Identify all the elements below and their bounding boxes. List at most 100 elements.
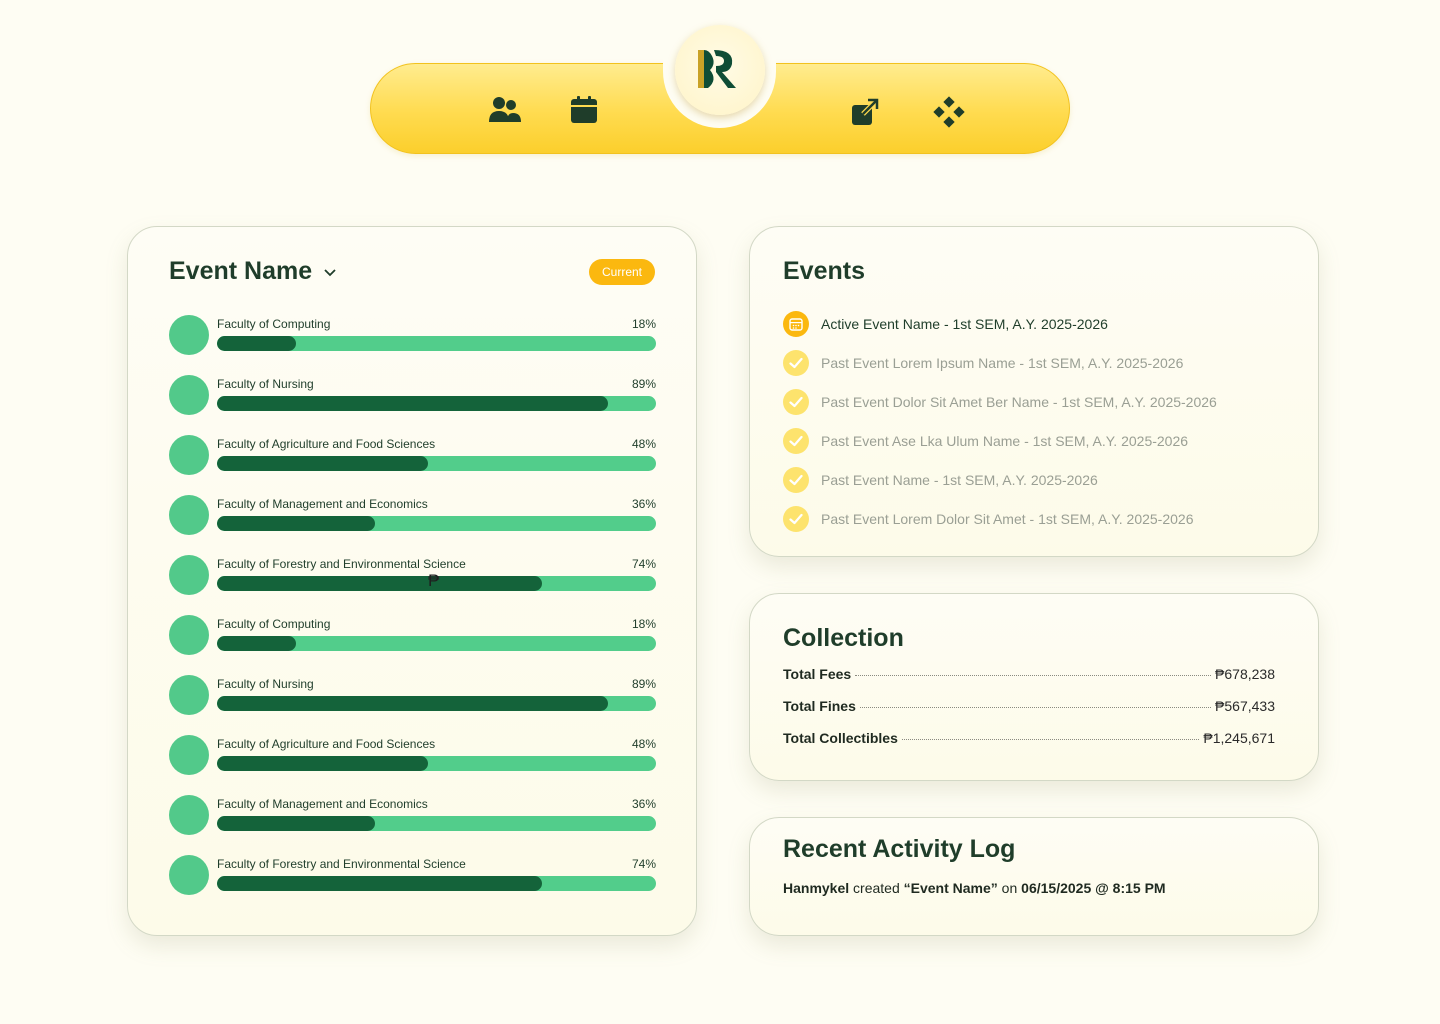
activity-on: on bbox=[997, 880, 1022, 896]
collection-row: Total Fines ₱567,433 bbox=[783, 698, 1275, 730]
progress-fill bbox=[217, 516, 376, 531]
dotted-leader bbox=[859, 707, 1212, 708]
faculty-name: Faculty of Nursing bbox=[217, 677, 314, 691]
faculty-avatar bbox=[169, 675, 209, 715]
event-title: Event Name bbox=[169, 257, 313, 285]
check-icon bbox=[783, 466, 809, 493]
faculty-percent: 48% bbox=[631, 737, 656, 751]
collection-rows: Total Fees ₱678,238 Total Fines ₱567,433 Tot… bbox=[783, 666, 1275, 762]
event-label: Past Event Name - 1st SEM, A.Y. 2025-202… bbox=[821, 471, 1098, 488]
progress-track bbox=[217, 396, 656, 411]
progress-track bbox=[217, 456, 656, 471]
events-card: Events Active Event Name - 1st SEM, A.Y.… bbox=[749, 226, 1319, 557]
app-logo[interactable] bbox=[675, 25, 765, 115]
progress-fill bbox=[217, 456, 428, 471]
event-label: Past Event Dolor Sit Amet Ber Name - 1st… bbox=[821, 393, 1217, 410]
faculty-avatar bbox=[169, 615, 209, 655]
progress-track bbox=[217, 636, 656, 651]
event-label: Past Event Lorem Dolor Sit Amet - 1st SE… bbox=[821, 510, 1194, 527]
event-label: Past Event Ase Lka Ulum Name - 1st SEM, … bbox=[821, 432, 1189, 449]
external-link-icon[interactable] bbox=[848, 95, 882, 129]
faculty-row[interactable]: Faculty of Agriculture and Food Sciences… bbox=[169, 735, 656, 795]
progress-track bbox=[217, 516, 656, 531]
faculty-percent: 89% bbox=[631, 377, 656, 391]
check-icon bbox=[783, 427, 809, 454]
event-selector[interactable]: Event Name bbox=[169, 257, 336, 286]
calendar-icon[interactable] bbox=[567, 93, 601, 127]
event-item-past[interactable]: Past Event Lorem Dolor Sit Amet - 1st SE… bbox=[783, 499, 1217, 538]
collection-label: Total Fees bbox=[783, 666, 852, 682]
faculty-avatar bbox=[169, 495, 209, 535]
faculty-row[interactable]: Faculty of Management and Economics 36% bbox=[169, 795, 656, 855]
event-list: Active Event Name - 1st SEM, A.Y. 2025-2… bbox=[783, 304, 1217, 538]
dotted-leader bbox=[855, 675, 1212, 676]
faculty-row[interactable]: Faculty of Nursing 89% bbox=[169, 375, 656, 435]
collection-label: Total Fines bbox=[783, 698, 856, 714]
event-item-past[interactable]: Past Event Dolor Sit Amet Ber Name - 1st… bbox=[783, 382, 1217, 421]
faculty-name: Faculty of Management and Economics bbox=[217, 497, 428, 511]
collection-row: Total Collectibles ₱1,245,671 bbox=[783, 730, 1275, 762]
faculty-row[interactable]: Faculty of Computing 18% bbox=[169, 315, 656, 375]
faculty-row[interactable]: Faculty of Forestry and Environmental Sc… bbox=[169, 855, 656, 915]
faculty-name: Faculty of Nursing bbox=[217, 377, 314, 391]
faculty-avatar bbox=[169, 555, 209, 595]
faculty-percent: 89% bbox=[631, 677, 656, 691]
faculty-name: Faculty of Computing bbox=[217, 317, 331, 331]
event-label: Past Event Lorem Ipsum Name - 1st SEM, A… bbox=[821, 354, 1184, 371]
check-icon bbox=[783, 388, 809, 415]
faculty-percent: 18% bbox=[631, 617, 656, 631]
calendar-icon bbox=[783, 310, 809, 337]
faculty-avatar bbox=[169, 315, 209, 355]
event-item-active[interactable]: Active Event Name - 1st SEM, A.Y. 2025-2… bbox=[783, 304, 1217, 343]
users-icon[interactable] bbox=[488, 93, 522, 127]
collection-card: Collection Total Fees ₱678,238 Total Fines… bbox=[749, 593, 1319, 781]
faculty-avatar bbox=[169, 795, 209, 835]
progress-fill bbox=[217, 576, 542, 591]
faculty-name: Faculty of Computing bbox=[217, 617, 331, 631]
faculty-list: Faculty of Computing 18% Faculty of Nursin… bbox=[169, 315, 656, 915]
event-item-past[interactable]: Past Event Name - 1st SEM, A.Y. 2025-202… bbox=[783, 460, 1217, 499]
progress-fill bbox=[217, 696, 608, 711]
faculty-name: Faculty of Agriculture and Food Sciences bbox=[217, 437, 436, 451]
recent-activity-card: Recent Activity Log Hanmykel created “Ev… bbox=[749, 817, 1319, 936]
progress-fill bbox=[217, 396, 608, 411]
progress-fill bbox=[217, 336, 297, 351]
activity-action: created bbox=[849, 880, 904, 896]
diamond-grid-icon[interactable] bbox=[932, 95, 966, 129]
collection-value: ₱678,238 bbox=[1215, 666, 1275, 682]
faculty-percent: 74% bbox=[631, 557, 656, 571]
activity-user: Hanmykel bbox=[783, 880, 850, 896]
check-icon bbox=[783, 505, 809, 532]
check-icon bbox=[783, 349, 809, 376]
faculty-percent: 48% bbox=[631, 437, 656, 451]
faculty-avatar bbox=[169, 375, 209, 415]
event-item-past[interactable]: Past Event Ase Lka Ulum Name - 1st SEM, … bbox=[783, 421, 1217, 460]
faculty-percent: 36% bbox=[631, 797, 656, 811]
faculty-row[interactable]: Faculty of Agriculture and Food Sciences… bbox=[169, 435, 656, 495]
faculty-name: Faculty of Forestry and Environmental Sc… bbox=[217, 857, 466, 871]
event-item-past[interactable]: Past Event Lorem Ipsum Name - 1st SEM, A… bbox=[783, 343, 1217, 382]
chevron-down-icon bbox=[324, 268, 336, 276]
faculty-row[interactable]: Faculty of Nursing 89% bbox=[169, 675, 656, 735]
progress-track bbox=[217, 816, 656, 831]
faculty-avatar bbox=[169, 735, 209, 775]
faculty-percent: 74% bbox=[631, 857, 656, 871]
activity-title: Recent Activity Log bbox=[783, 835, 1016, 863]
faculty-percent: 36% bbox=[631, 497, 656, 511]
progress-track bbox=[217, 876, 656, 891]
progress-fill bbox=[217, 756, 428, 771]
collection-row: Total Fees ₱678,238 bbox=[783, 666, 1275, 698]
faculty-row[interactable]: Faculty of Management and Economics 36% bbox=[169, 495, 656, 555]
faculty-row[interactable]: Faculty of Computing 18% bbox=[169, 615, 656, 675]
faculty-percent: 18% bbox=[631, 317, 656, 331]
faculty-row[interactable]: Faculty of Forestry and Environmental Sc… bbox=[169, 555, 656, 615]
faculty-name: Faculty of Management and Economics bbox=[217, 797, 428, 811]
peso-glyph: ₱ bbox=[428, 571, 440, 590]
progress-track bbox=[217, 336, 656, 351]
events-title: Events bbox=[783, 257, 865, 285]
status-badge: Current bbox=[588, 259, 655, 285]
faculty-name: Faculty of Forestry and Environmental Sc… bbox=[217, 557, 466, 571]
logo-mark-icon bbox=[698, 50, 736, 88]
faculty-avatar bbox=[169, 435, 209, 475]
faculty-progress-card: Event Name Current Faculty of Computing 1… bbox=[127, 226, 697, 936]
